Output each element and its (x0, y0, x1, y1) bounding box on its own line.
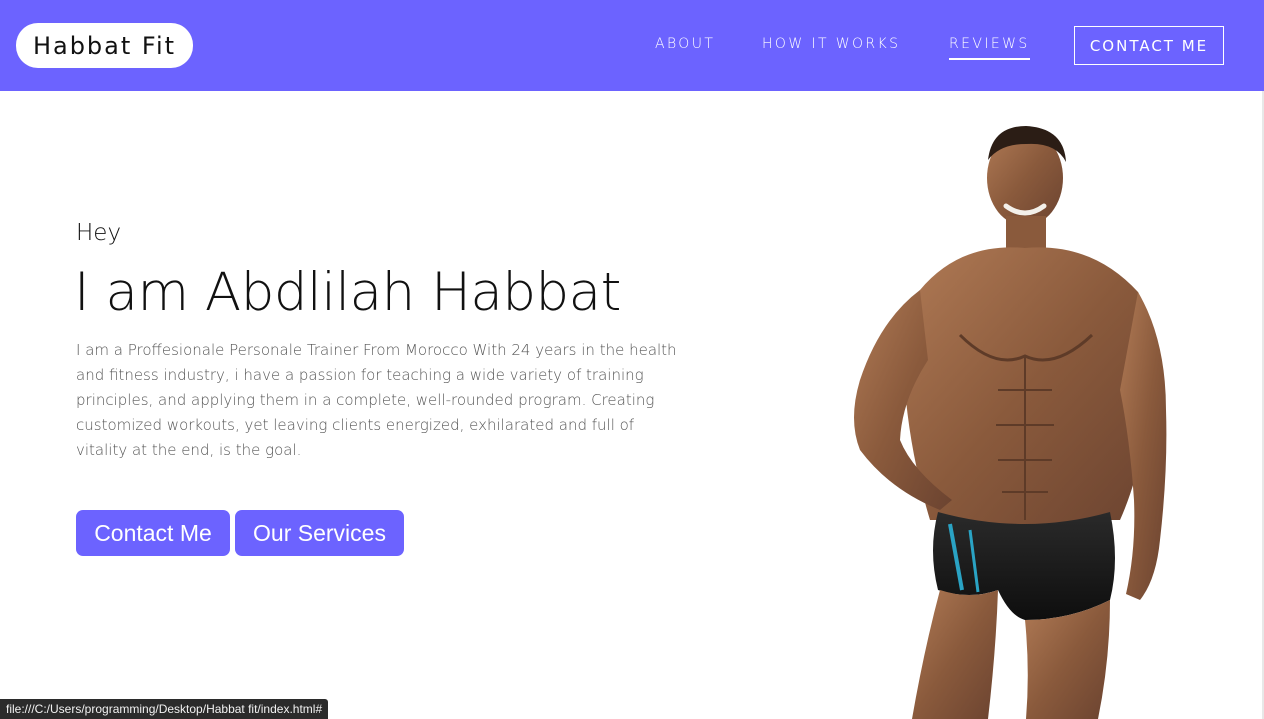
hero-greeting: Hey (76, 220, 122, 246)
nav-link-about[interactable]: ABOUT (655, 36, 715, 52)
page: Habbat Fit ABOUT HOW IT WORKS REVIEWS CO… (0, 0, 1264, 719)
hero-bio: I am a Proffesionale Personale Trainer F… (76, 341, 677, 459)
nav-link-reviews[interactable]: REVIEWS (949, 36, 1030, 60)
hero-title: I am Abdlilah Habbat (74, 262, 621, 323)
nav-link-how-it-works[interactable]: HOW IT WORKS (762, 36, 900, 52)
site-logo[interactable]: Habbat Fit (16, 23, 193, 68)
contact-me-nav-button[interactable]: CONTACT ME (1074, 26, 1224, 65)
contact-me-button[interactable]: Contact Me (76, 510, 230, 556)
browser-status-bar: file:///C:/Users/programming/Desktop/Hab… (0, 699, 329, 719)
trainer-photo (854, 126, 1167, 719)
our-services-button[interactable]: Our Services (235, 510, 404, 556)
navbar: Habbat Fit ABOUT HOW IT WORKS REVIEWS CO… (0, 0, 1264, 91)
